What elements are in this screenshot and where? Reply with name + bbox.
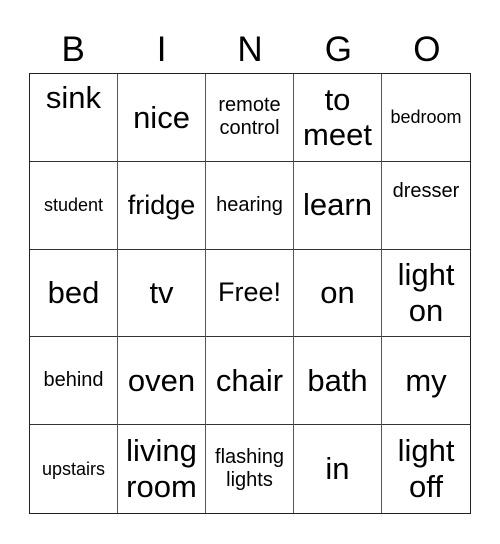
bingo-cell[interactable]: to meet — [294, 74, 382, 162]
bingo-cell[interactable]: flashing lights — [206, 425, 294, 513]
bingo-header: B I N G O — [29, 28, 471, 72]
bingo-cell[interactable]: learn — [294, 161, 382, 250]
bingo-cell[interactable]: hearing — [206, 161, 294, 250]
bingo-cell[interactable]: student — [30, 161, 118, 250]
bingo-cell[interactable]: dresser — [382, 162, 470, 250]
header-letter-g: G — [324, 30, 353, 69]
bingo-cell[interactable]: bath — [294, 337, 382, 426]
bingo-cell[interactable]: chair — [206, 337, 294, 426]
header-letter-i: I — [156, 30, 167, 69]
bingo-board: sink nice remote control to meet bedroom… — [29, 73, 471, 514]
bingo-cell[interactable]: remote control — [206, 74, 294, 162]
bingo-cell[interactable]: sink — [30, 74, 118, 162]
bingo-cell[interactable]: living room — [118, 425, 206, 513]
header-letter-o: O — [413, 30, 441, 69]
bingo-cell[interactable]: light on — [382, 250, 470, 338]
bingo-cell[interactable]: fridge — [118, 161, 206, 250]
bingo-cell[interactable]: tv — [118, 249, 206, 338]
header-letter-n: N — [237, 30, 263, 69]
bingo-cell[interactable]: bedroom — [382, 74, 470, 162]
bingo-cell[interactable]: light off — [382, 425, 470, 513]
bingo-cell[interactable]: on — [294, 249, 382, 338]
bingo-cell[interactable]: bed — [30, 249, 118, 338]
bingo-cell[interactable]: in — [294, 425, 382, 513]
bingo-cell[interactable]: upstairs — [30, 425, 118, 513]
bingo-cell[interactable]: oven — [118, 337, 206, 426]
free-space-cell[interactable]: Free! — [206, 249, 294, 338]
bingo-cell[interactable]: behind — [30, 337, 118, 426]
bingo-cell[interactable]: nice — [118, 74, 206, 162]
bingo-cell[interactable]: my — [382, 337, 470, 426]
header-letter-b: B — [61, 30, 85, 69]
